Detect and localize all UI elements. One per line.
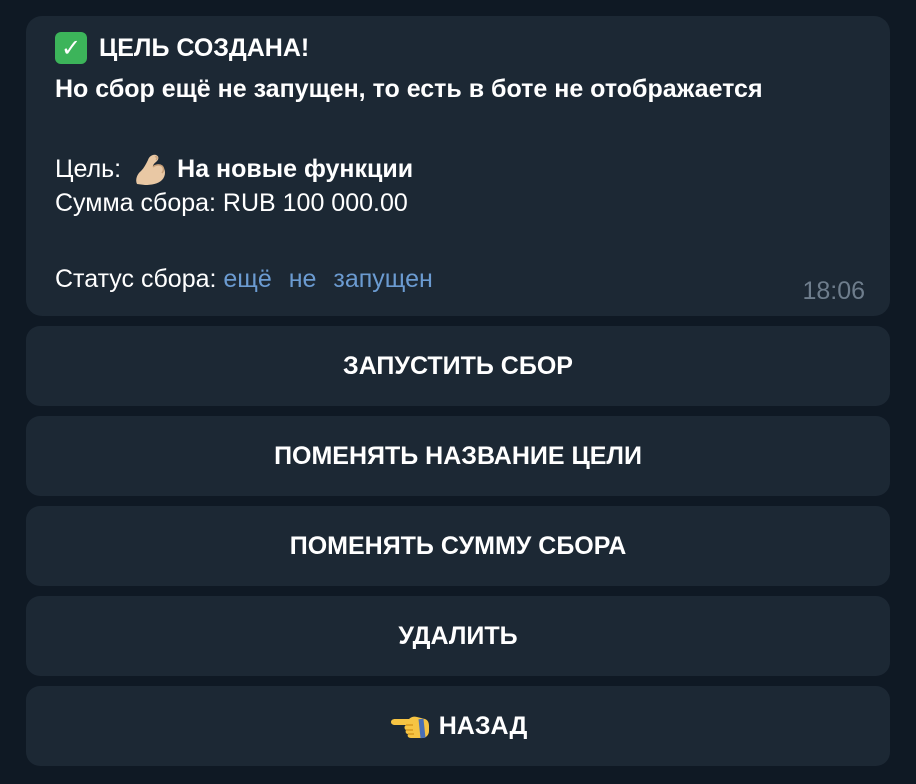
back-button-label: НАЗАД	[438, 711, 528, 740]
flexed-biceps-icon	[136, 154, 166, 185]
rename-goal-button[interactable]: ПОМЕНЯТЬ НАЗВАНИЕ ЦЕЛИ	[26, 416, 890, 496]
start-fundraising-button-label: ЗАПУСТИТЬ СБОР	[343, 351, 573, 380]
delete-button-label: УДАЛИТЬ	[398, 621, 518, 650]
rename-goal-button-label: ПОМЕНЯТЬ НАЗВАНИЕ ЦЕЛИ	[274, 441, 642, 470]
change-amount-button[interactable]: ПОМЕНЯТЬ СУММУ СБОРА	[26, 506, 890, 586]
message-bubble: ✓ ЦЕЛЬ СОЗДАНА! Но сбор ещё не запущен, …	[26, 16, 890, 316]
pointing-left-hand-icon	[390, 716, 429, 739]
message-headline: ЦЕЛЬ СОЗДАНА!	[99, 34, 310, 62]
start-fundraising-button[interactable]: ЗАПУСТИТЬ СБОР	[26, 326, 890, 406]
goal-line: Цель: На новые функции	[55, 150, 413, 188]
status-line: Статус сбора: ещё не запущен	[55, 264, 433, 294]
back-button[interactable]: НАЗАД	[26, 686, 890, 766]
check-mark-icon: ✓	[55, 32, 87, 64]
message-headline-line: ✓ ЦЕЛЬ СОЗДАНА!	[55, 32, 309, 64]
status-value: ещё не запущен	[223, 265, 433, 293]
goal-label: Цель:	[55, 155, 122, 183]
status-label: Статус сбора:	[55, 265, 217, 293]
message-subheadline: Но сбор ещё не запущен, то есть в боте н…	[55, 75, 763, 103]
goal-value: На новые функции	[177, 155, 414, 183]
delete-button[interactable]: УДАЛИТЬ	[26, 596, 890, 676]
amount-text: Сумма сбора: RUB 100 000.00	[55, 189, 408, 217]
change-amount-button-label: ПОМЕНЯТЬ СУММУ СБОРА	[289, 531, 627, 560]
message-time: 18:06	[802, 277, 865, 305]
